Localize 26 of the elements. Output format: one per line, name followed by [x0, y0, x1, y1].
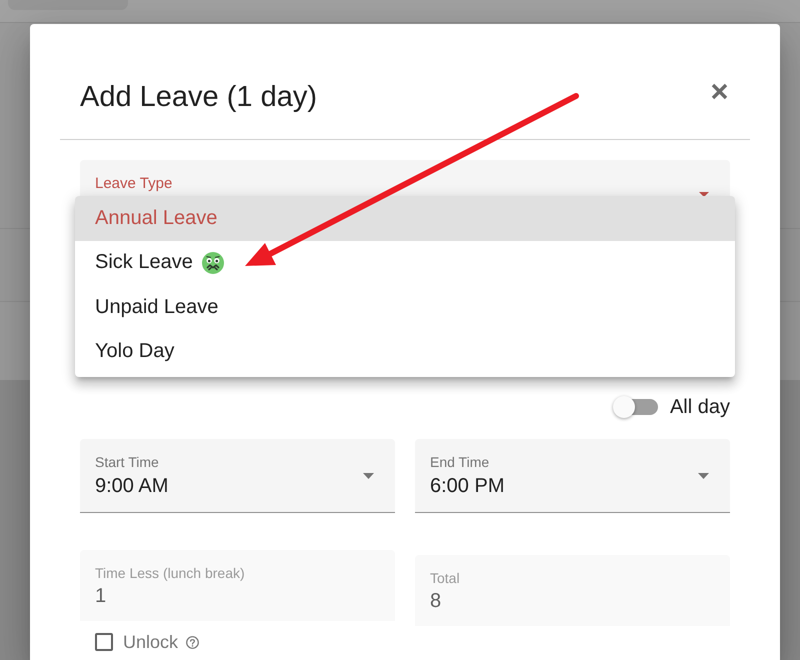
- close-icon: [711, 83, 728, 100]
- menu-option[interactable]: Annual Leave: [75, 196, 735, 240]
- caret-icon: [363, 473, 374, 479]
- time-select[interactable]: End Time 6:00 PM: [415, 439, 730, 513]
- all-day-switch[interactable]: [612, 395, 659, 419]
- caret-icon: [698, 473, 709, 479]
- menu-option[interactable]: Unpaid Leave: [75, 285, 735, 330]
- time-select[interactable]: Start Time 9:00 AM: [80, 439, 395, 513]
- menu-option[interactable]: Sick Leave: [75, 240, 735, 285]
- field-label: Time Less (lunch break): [95, 564, 245, 582]
- field-value: 6:00 PM: [430, 474, 504, 498]
- field-value: 8: [430, 589, 442, 613]
- field-label: Leave Type: [95, 175, 172, 192]
- menu-option[interactable]: Yolo Day: [75, 330, 735, 374]
- sick-face-icon: [202, 252, 224, 274]
- field-label: Start Time: [95, 453, 159, 471]
- field-label: Total: [430, 569, 460, 587]
- field-value: 1: [95, 584, 106, 608]
- checkbox-label: Unlock: [123, 631, 178, 653]
- unlock-checkbox[interactable]: [95, 633, 113, 651]
- dialog-title: Add Leave (1 day): [80, 80, 317, 114]
- field-value: 9:00 AM: [95, 474, 168, 498]
- help-icon: [186, 636, 200, 648]
- close-button[interactable]: [711, 83, 728, 100]
- field-label: End Time: [430, 453, 490, 471]
- switch-label: All day: [670, 395, 730, 419]
